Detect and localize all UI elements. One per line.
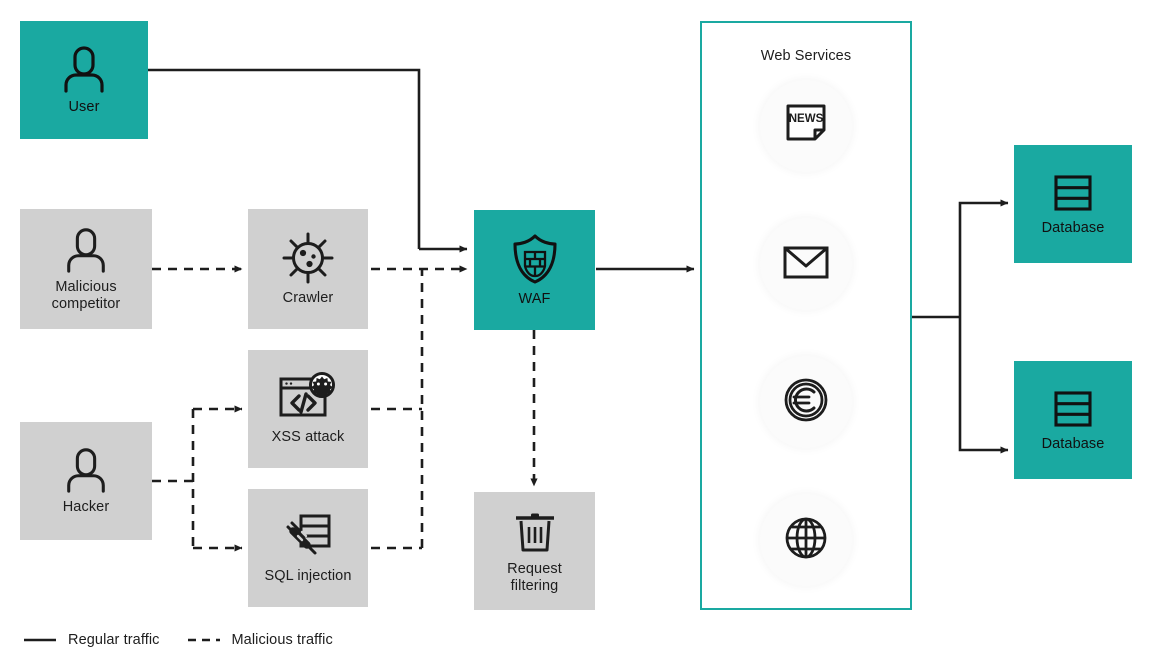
legend: Regular traffic Malicious traffic (24, 632, 333, 648)
solid-line-swatch (24, 638, 56, 642)
legend-item-malicious-traffic: Malicious traffic (187, 632, 333, 648)
node-waf[interactable]: WAF (474, 210, 595, 330)
node-user[interactable]: User (20, 21, 148, 139)
trash-icon (512, 508, 558, 556)
user-icon (58, 446, 114, 494)
node-xss-attack[interactable]: XSS attack (248, 350, 368, 468)
node-database-bottom-label: Database (1041, 436, 1105, 452)
virus-icon (281, 231, 335, 285)
node-user-label: User (68, 99, 100, 115)
node-request-filtering-label-line2: filtering (510, 577, 559, 594)
node-crawler-label: Crawler (282, 290, 334, 306)
web-service-mail[interactable] (760, 218, 852, 310)
envelope-icon (781, 242, 831, 287)
user-icon (56, 44, 112, 94)
web-services-group: Web Services NEWS (700, 21, 912, 610)
news-page-icon: NEWS (782, 101, 830, 152)
node-xss-attack-label: XSS attack (271, 429, 345, 445)
node-request-filtering-label-line1: Request (507, 560, 562, 577)
node-database-top[interactable]: Database (1014, 145, 1132, 263)
node-database-bottom[interactable]: Database (1014, 361, 1132, 479)
database-icon (1048, 171, 1098, 215)
shield-firewall-icon (509, 232, 561, 286)
node-malicious-competitor-label-line1: Malicious (55, 278, 117, 295)
node-hacker-label: Hacker (62, 499, 110, 515)
web-service-web[interactable] (760, 494, 852, 586)
dashed-line-swatch (187, 638, 220, 642)
edge-webservices-to-database-top (958, 199, 1009, 317)
node-hacker[interactable]: Hacker (20, 422, 152, 540)
node-waf-label: WAF (518, 291, 551, 307)
node-malicious-competitor[interactable]: Malicious competitor (20, 209, 152, 329)
legend-label-malicious-traffic: Malicious traffic (231, 632, 333, 648)
node-malicious-competitor-label-line2: competitor (51, 295, 121, 312)
edge-webservices-to-database-bottom (958, 317, 1009, 454)
node-database-top-label: Database (1041, 220, 1105, 236)
syringe-database-icon (277, 511, 339, 563)
legend-label-regular-traffic: Regular traffic (68, 632, 160, 648)
node-request-filtering[interactable]: Request filtering (474, 492, 595, 610)
node-sql-injection[interactable]: SQL injection (248, 489, 368, 607)
node-sql-injection-label: SQL injection (264, 568, 352, 584)
database-icon (1048, 387, 1098, 431)
user-icon (58, 226, 114, 274)
node-crawler[interactable]: Crawler (248, 209, 368, 329)
svg-text:NEWS: NEWS (789, 113, 824, 125)
browser-code-bug-icon (277, 372, 339, 424)
web-services-title: Web Services (760, 48, 852, 64)
legend-item-regular-traffic: Regular traffic (24, 632, 160, 648)
euro-coin-icon (782, 376, 830, 429)
globe-icon (782, 514, 830, 567)
web-service-payments[interactable] (760, 356, 852, 448)
web-service-news[interactable]: NEWS (760, 80, 852, 172)
diagram-canvas: User Malicious competitor Hacker Crawler… (0, 0, 1152, 670)
